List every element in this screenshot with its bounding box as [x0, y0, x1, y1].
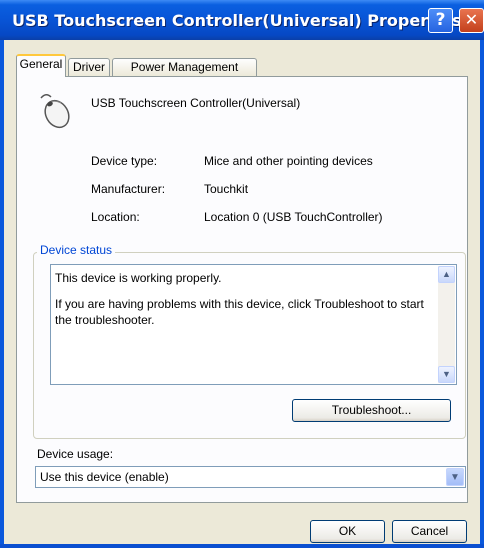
device-name: USB Touchscreen Controller(Universal) [91, 96, 301, 110]
chevron-down-icon: ▼ [450, 472, 460, 483]
dropdown-button[interactable]: ▼ [446, 468, 464, 486]
device-type-value: Mice and other pointing devices [204, 154, 373, 168]
manufacturer-value: Touchkit [204, 182, 249, 196]
tab-general[interactable]: General [16, 54, 66, 77]
properties-dialog: USB Touchscreen Controller(Universal) Pr… [0, 0, 484, 548]
help-button[interactable]: ? [428, 8, 453, 33]
chevron-up-icon: ▲ [442, 269, 451, 279]
device-status-title: Device status [37, 243, 116, 257]
window-title: USB Touchscreen Controller(Universal) Pr… [12, 11, 462, 30]
chevron-down-icon: ▼ [442, 369, 451, 379]
title-bar[interactable]: USB Touchscreen Controller(Universal) Pr… [0, 0, 484, 40]
location-label: Location: [91, 210, 140, 224]
status-line-working: This device is working properly. [55, 271, 222, 285]
close-icon: ✕ [464, 10, 479, 29]
window-frame-right [480, 40, 484, 548]
troubleshoot-button[interactable]: Troubleshoot... [292, 399, 451, 422]
device-usage-value: Use this device (enable) [40, 470, 169, 484]
status-line-troubleshoot-hint: If you are having problems with this dev… [55, 297, 424, 327]
tab-driver[interactable]: Driver [68, 58, 110, 76]
scroll-up-button[interactable]: ▲ [438, 266, 455, 283]
device-type-label: Device type: [91, 154, 158, 168]
window-frame-bottom [0, 544, 484, 548]
device-usage-label: Device usage: [37, 447, 114, 461]
ok-button[interactable]: OK [310, 520, 385, 543]
cancel-button[interactable]: Cancel [392, 520, 467, 543]
status-scrollbar[interactable]: ▲ ▼ [438, 266, 455, 383]
device-status-textbox[interactable]: This device is working properly. If you … [50, 264, 457, 385]
location-value: Location 0 (USB TouchController) [204, 210, 383, 224]
tab-power-management[interactable]: Power Management [112, 58, 257, 76]
scroll-down-button[interactable]: ▼ [438, 366, 455, 383]
device-usage-select[interactable]: Use this device (enable) ▼ [35, 466, 466, 488]
manufacturer-label: Manufacturer: [91, 182, 166, 196]
window-frame-left [0, 40, 4, 548]
question-mark-icon: ? [435, 10, 446, 30]
close-button[interactable]: ✕ [459, 8, 484, 33]
status-text: This device is working properly. If you … [55, 270, 435, 338]
mouse-icon [40, 94, 70, 129]
